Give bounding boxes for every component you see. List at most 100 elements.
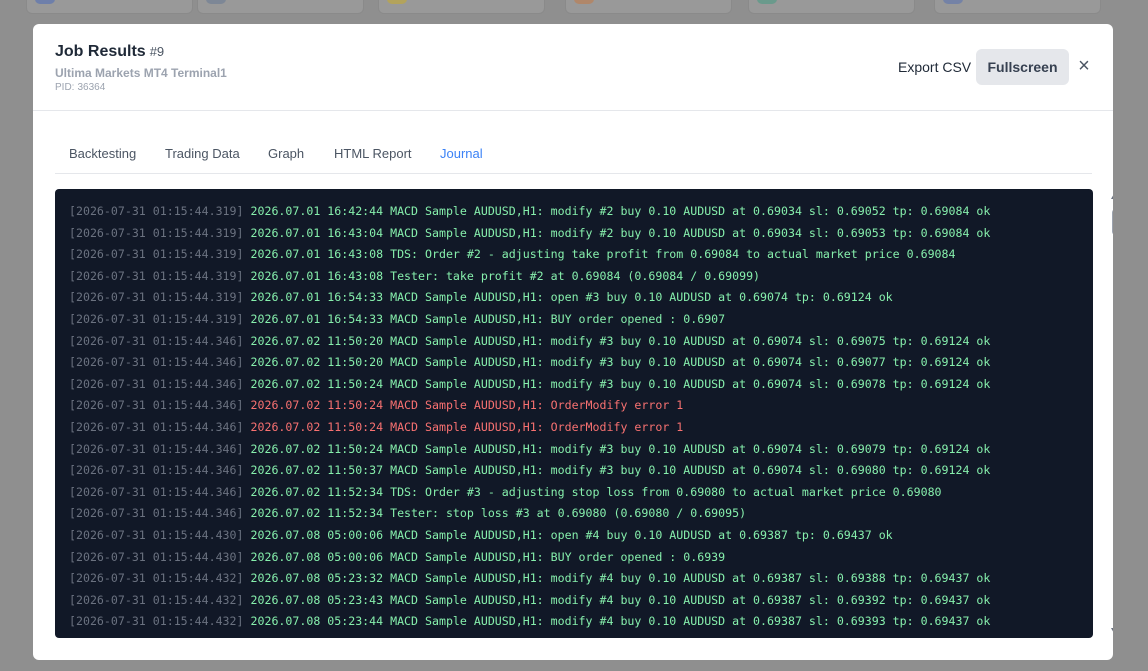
stat-icon bbox=[35, 0, 55, 4]
log-line: [2026-07-31 01:15:44.432] 2026.07.08 05:… bbox=[69, 614, 990, 628]
modal-header: Job Results #9 Ultima Markets MT4 Termina… bbox=[33, 24, 1113, 111]
stat-card: 0 bbox=[748, 0, 915, 14]
log-message: 2026.07.08 05:23:43 MACD Sample AUDUSD,H… bbox=[250, 592, 991, 607]
log-message: 2026.07.02 11:50:37 MACD Sample AUDUSD,H… bbox=[250, 463, 991, 478]
job-number: #9 bbox=[149, 44, 165, 59]
scroll-up-arrow-icon[interactable] bbox=[1111, 192, 1113, 199]
log-message: 2026.07.01 16:54:33 MACD Sample AUDUSD,H… bbox=[250, 312, 726, 326]
log-timestamp: [2026-07-31 01:15:44.319] bbox=[69, 204, 244, 218]
result-tabs: Backtesting Trading Data Graph HTML Repo… bbox=[55, 134, 1092, 174]
log-line: [2026-07-31 01:15:44.346] 2026.07.02 11:… bbox=[69, 463, 990, 477]
tab-html-report[interactable]: HTML Report bbox=[334, 146, 412, 161]
log-line: [2026-07-31 01:15:44.346] 2026.07.02 11:… bbox=[69, 355, 990, 369]
log-line: [2026-07-31 01:15:44.346] 2026.07.02 11:… bbox=[69, 334, 990, 348]
log-line: [2026-07-31 01:15:44.319] 2026.07.01 16:… bbox=[69, 204, 990, 218]
stat-count: 0 bbox=[427, 0, 436, 3]
log-line: [2026-07-31 01:15:44.319] 2026.07.01 16:… bbox=[69, 312, 725, 326]
fullscreen-button[interactable]: Fullscreen bbox=[976, 49, 1069, 85]
log-error-message: 2026.07.02 11:50:24 MACD Sample AUDUSD,H… bbox=[250, 398, 684, 413]
log-message: 2026.07.02 11:50:20 MACD Sample AUDUSD,H… bbox=[250, 355, 991, 370]
stat-card: 3 bbox=[26, 0, 193, 14]
log-timestamp: [2026-07-31 01:15:44.319] bbox=[69, 268, 244, 283]
log-line: [2026-07-31 01:15:44.319] 2026.07.01 16:… bbox=[69, 269, 760, 283]
stat-count: 0 bbox=[614, 0, 623, 3]
log-timestamp: [2026-07-31 01:15:44.430] bbox=[69, 549, 244, 564]
job-results-modal: Job Results #9 Ultima Markets MT4 Termina… bbox=[33, 24, 1113, 660]
log-message: 2026.07.08 05:23:32 MACD Sample AUDUSD,H… bbox=[250, 571, 991, 586]
scroll-down-arrow-icon[interactable] bbox=[1111, 628, 1113, 635]
export-csv-button[interactable]: Export CSV bbox=[895, 54, 974, 80]
log-line: [2026-07-31 01:15:44.346] 2026.07.02 11:… bbox=[69, 442, 990, 456]
log-timestamp: [2026-07-31 01:15:44.346] bbox=[69, 463, 244, 478]
log-timestamp: [2026-07-31 01:15:44.432] bbox=[69, 614, 244, 629]
log-line: [2026-07-31 01:15:44.346] 2026.07.02 11:… bbox=[69, 398, 683, 412]
log-line: [2026-07-31 01:15:44.432] 2026.07.08 05:… bbox=[69, 593, 990, 607]
stat-count: 0 bbox=[983, 0, 992, 3]
stat-card: 0 bbox=[565, 0, 732, 14]
log-message: 2026.07.02 11:50:24 MACD Sample AUDUSD,H… bbox=[250, 376, 991, 391]
stat-card: 0 bbox=[934, 0, 1101, 14]
pid-value: 36364 bbox=[77, 82, 106, 93]
log-line: [2026-07-31 01:15:44.319] 2026.07.01 16:… bbox=[69, 226, 990, 240]
log-line: [2026-07-31 01:15:44.346] 2026.07.02 11:… bbox=[69, 485, 942, 499]
log-line: [2026-07-31 01:15:44.432] 2026.07.08 05:… bbox=[69, 571, 990, 585]
stat-icon bbox=[757, 0, 777, 4]
log-timestamp: [2026-07-31 01:15:44.319] bbox=[69, 312, 244, 326]
log-timestamp: [2026-07-31 01:15:44.346] bbox=[69, 484, 244, 499]
log-message: 2026.07.02 11:52:34 Tester: stop loss #3… bbox=[250, 506, 747, 521]
log-timestamp: [2026-07-31 01:15:44.432] bbox=[69, 571, 244, 586]
scroll-thumb[interactable] bbox=[1112, 209, 1113, 235]
tab-journal[interactable]: Journal bbox=[440, 146, 483, 161]
log-timestamp: [2026-07-31 01:15:44.346] bbox=[69, 398, 244, 413]
log-message: 2026.07.01 16:43:08 TDS: Order #2 - adju… bbox=[250, 247, 956, 262]
log-timestamp: [2026-07-31 01:15:44.346] bbox=[69, 333, 244, 348]
modal-title: Job Results #9 bbox=[55, 43, 164, 61]
log-message: 2026.07.08 05:23:44 MACD Sample AUDUSD,H… bbox=[250, 614, 991, 629]
log-timestamp: [2026-07-31 01:15:44.432] bbox=[69, 592, 244, 607]
log-error-message: 2026.07.02 11:50:24 MACD Sample AUDUSD,H… bbox=[250, 420, 684, 434]
terminal-name: Ultima Markets MT4 Terminal1 bbox=[55, 66, 227, 80]
tab-trading-data[interactable]: Trading Data bbox=[165, 146, 240, 161]
log-message: 2026.07.01 16:42:44 MACD Sample AUDUSD,H… bbox=[250, 204, 991, 218]
stat-count: 0 bbox=[246, 0, 255, 3]
stat-card: 0 bbox=[197, 0, 364, 14]
modal-title-text: Job Results bbox=[55, 43, 146, 60]
stat-icon bbox=[943, 0, 963, 4]
log-line: [2026-07-31 01:15:44.319] 2026.07.01 16:… bbox=[69, 290, 893, 304]
log-line: [2026-07-31 01:15:44.430] 2026.07.08 05:… bbox=[69, 550, 725, 564]
log-line: [2026-07-31 01:15:44.346] 2026.07.02 11:… bbox=[69, 420, 683, 434]
log-line: [2026-07-31 01:15:44.319] 2026.07.01 16:… bbox=[69, 247, 955, 261]
tab-backtesting[interactable]: Backtesting bbox=[69, 146, 136, 161]
log-message: 2026.07.01 16:54:33 MACD Sample AUDUSD,H… bbox=[250, 290, 893, 305]
stat-icon bbox=[387, 0, 407, 4]
journal-console[interactable]: [2026-07-31 01:15:44.319] 2026.07.01 16:… bbox=[55, 189, 1093, 638]
stat-icon bbox=[574, 0, 594, 4]
log-message: 2026.07.08 05:00:06 MACD Sample AUDUSD,H… bbox=[250, 528, 893, 542]
log-timestamp: [2026-07-31 01:15:44.346] bbox=[69, 506, 244, 521]
log-message: 2026.07.08 05:00:06 MACD Sample AUDUSD,H… bbox=[250, 549, 726, 564]
log-timestamp: [2026-07-31 01:15:44.346] bbox=[69, 376, 244, 391]
stat-card: 0 bbox=[378, 0, 545, 14]
log-timestamp: [2026-07-31 01:15:44.319] bbox=[69, 290, 244, 305]
stat-icon bbox=[206, 0, 226, 4]
log-timestamp: [2026-07-31 01:15:44.346] bbox=[69, 420, 244, 434]
log-timestamp: [2026-07-31 01:15:44.319] bbox=[69, 225, 244, 240]
log-message: 2026.07.01 16:43:04 MACD Sample AUDUSD,H… bbox=[250, 225, 991, 240]
pid-label: PID: bbox=[55, 82, 75, 93]
log-message: 2026.07.01 16:43:08 Tester: take profit … bbox=[250, 268, 761, 283]
tab-graph[interactable]: Graph bbox=[268, 146, 304, 161]
log-timestamp: [2026-07-31 01:15:44.346] bbox=[69, 355, 244, 370]
stat-count: 3 bbox=[75, 0, 84, 3]
journal-scrollbar[interactable] bbox=[1108, 189, 1113, 638]
backdrop bbox=[0, 24, 33, 660]
log-timestamp: [2026-07-31 01:15:44.430] bbox=[69, 528, 244, 542]
log-line: [2026-07-31 01:15:44.346] 2026.07.02 11:… bbox=[69, 377, 990, 391]
stat-count: 0 bbox=[797, 0, 806, 3]
background-stat-cards: 3 0 0 0 0 0 bbox=[0, 0, 1148, 24]
log-message: 2026.07.02 11:50:20 MACD Sample AUDUSD,H… bbox=[250, 333, 991, 348]
log-line: [2026-07-31 01:15:44.346] 2026.07.02 11:… bbox=[69, 506, 746, 520]
log-line: [2026-07-31 01:15:44.430] 2026.07.08 05:… bbox=[69, 528, 893, 542]
close-icon[interactable]: × bbox=[1076, 56, 1092, 76]
pid-info: PID: 36364 bbox=[55, 82, 105, 93]
log-timestamp: [2026-07-31 01:15:44.346] bbox=[69, 441, 244, 456]
